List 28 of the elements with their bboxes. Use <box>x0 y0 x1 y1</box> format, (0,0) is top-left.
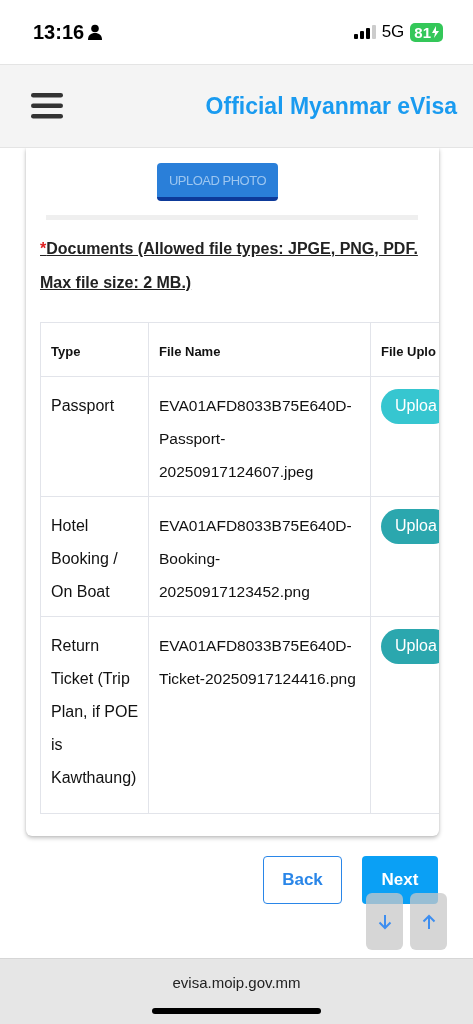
column-header: File Uplo <box>370 322 439 377</box>
clock-time: 13:16 <box>33 20 85 44</box>
table-cell: Passport <box>40 376 149 497</box>
arrow-down-icon <box>377 913 392 930</box>
table-cell: EVA01AFD8033B75E640D-Passport-20250917124607.jpeg <box>148 376 371 497</box>
table-cell: Hotel Booking / On Boat <box>40 496 149 617</box>
charging-bolt-icon <box>432 26 439 38</box>
battery-level: 81 <box>410 22 443 42</box>
documents-heading: *Documents (Allowed file types: JPGE, PNG, PDF. Max file size: 2 MB.) <box>40 239 419 293</box>
table-cell: EVA01AFD8033B75E640D-Ticket-20250917124416.png <box>148 616 371 814</box>
column-header: File Name <box>148 322 371 377</box>
scroll-down-button[interactable] <box>366 893 403 950</box>
table-cell: EVA01AFD8033B75E640D-Booking-20250917123452.png <box>148 496 371 617</box>
upload-photo-button[interactable]: UPLOAD PHOTO <box>157 163 278 201</box>
back-button[interactable]: Back <box>263 856 342 904</box>
table-cell: Return Ticket (Trip Plan, if POE is Kawthaung) <box>40 616 149 814</box>
upload-button[interactable]: Uploa <box>381 388 439 424</box>
url-text[interactable]: evisa.moip.gov.mm <box>172 974 301 991</box>
upload-button[interactable]: Uploa <box>381 628 439 664</box>
signal-icon <box>353 25 376 39</box>
scroll-up-button[interactable] <box>410 893 447 950</box>
site-title: Official Myanmar eVisa <box>205 92 457 120</box>
person-icon <box>88 24 103 40</box>
upload-button[interactable]: Uploa <box>381 508 439 544</box>
arrow-up-icon <box>421 913 436 930</box>
network-type: 5G <box>381 22 405 42</box>
menu-icon[interactable] <box>31 93 63 119</box>
column-header: Type <box>40 322 149 377</box>
